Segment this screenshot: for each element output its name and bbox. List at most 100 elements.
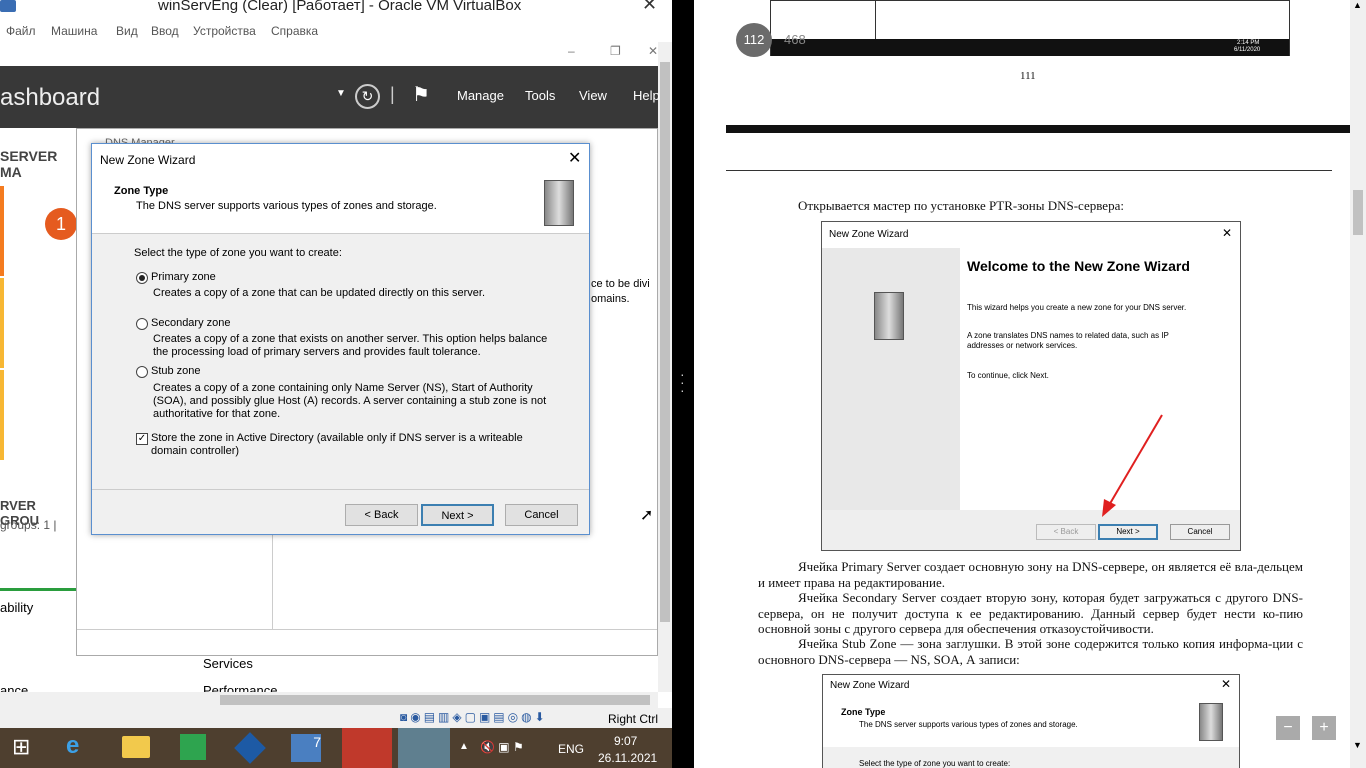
- store-ad-label[interactable]: Store the zone in Active Directory (avai…: [151, 432, 561, 458]
- tray-chevron-icon[interactable]: ▲: [459, 741, 469, 752]
- radio-primary-zone[interactable]: [136, 272, 148, 284]
- menu-view[interactable]: View: [579, 88, 607, 103]
- new-zone-wizard: New Zone Wizard ✕ Zone Type The DNS serv…: [91, 143, 590, 535]
- chevron-down-icon[interactable]: ▼: [336, 88, 346, 99]
- screenshot-thumbnail: 2:14 PM 6/11/2020: [770, 0, 1290, 56]
- zoom-out-button[interactable]: −: [1276, 716, 1300, 740]
- cancel-button[interactable]: Cancel: [505, 504, 578, 526]
- explorer-icon[interactable]: [122, 736, 150, 758]
- radio-secondary-zone[interactable]: [136, 318, 148, 330]
- primary-zone-label[interactable]: Primary zone: [151, 271, 216, 283]
- photo-app-icon[interactable]: [398, 728, 450, 768]
- vbox-menubar: Файл Машина Вид Ввод Устройства Справка: [0, 21, 672, 41]
- tray-icons[interactable]: 🔇 ▣ ⚑: [480, 740, 524, 754]
- para-primary: Ячейка Primary Server создает основную з…: [758, 559, 1303, 590]
- vbox-title: winServEng (Clear) [Работает] - Oracle V…: [158, 0, 522, 14]
- back-button[interactable]: < Back: [345, 504, 418, 526]
- statusbar-icons[interactable]: ◙◉▤▥◈▢▣▤◎◍⬇: [400, 710, 548, 724]
- fig2-server-icon: [1199, 703, 1223, 741]
- menu-devices[interactable]: Устройства: [193, 24, 256, 38]
- menu-help[interactable]: Справка: [271, 24, 318, 38]
- dns-text-1: ce to be divi: [591, 278, 650, 290]
- virtualbox-window: winServEng (Clear) [Работает] - Oracle V…: [0, 0, 672, 768]
- host-key: Right Ctrl: [608, 712, 659, 726]
- lang-indicator[interactable]: ENG: [558, 742, 584, 756]
- pdf-viewer: 2:14 PM 6/11/2020 112 468 111 ▲ ▼ Открыв…: [694, 0, 1366, 768]
- fig2-title: New Zone Wizard: [830, 680, 910, 691]
- menu-view[interactable]: Вид: [116, 24, 138, 38]
- minimize-icon[interactable]: –: [568, 44, 575, 58]
- store-ad-checkbox[interactable]: ✓: [136, 433, 148, 445]
- restore-icon[interactable]: ❐: [610, 44, 621, 58]
- ie-icon[interactable]: e: [66, 732, 79, 760]
- page-total: 468: [784, 32, 806, 47]
- page-badge: 112: [736, 23, 772, 57]
- server-manager-left: SERVER MA 1 RVER GROU groups: 1 | abilit…: [0, 128, 77, 698]
- vbox-statusbar: ◙◉▤▥◈▢▣▤◎◍⬇ Right Ctrl: [0, 708, 672, 728]
- figure-zone-type: New Zone Wizard ✕ Zone Type The DNS serv…: [822, 674, 1240, 768]
- store-icon[interactable]: [180, 734, 206, 760]
- page-separator: [726, 125, 1352, 133]
- fig1-cancel: Cancel: [1170, 524, 1230, 540]
- page-number: 111: [1020, 70, 1036, 82]
- red-arrow: [1102, 414, 1163, 517]
- close-icon: ✕: [1221, 677, 1232, 691]
- windows-icon[interactable]: ⊞: [12, 734, 30, 760]
- notification-badge[interactable]: 1: [45, 208, 77, 240]
- guest-caption: – ❐ ✕: [0, 42, 658, 66]
- close-icon[interactable]: ✕: [568, 148, 581, 168]
- menu-file[interactable]: Файл: [6, 24, 36, 38]
- menu-manage[interactable]: Manage: [457, 88, 504, 103]
- split-handle[interactable]: · · ·: [672, 0, 694, 768]
- thumb-time: 2:14 PM: [1237, 40, 1260, 46]
- cursor-icon: ➚: [640, 507, 654, 524]
- secondary-zone-label[interactable]: Secondary zone: [151, 317, 231, 329]
- fig1-server-icon: [874, 292, 904, 340]
- intro-text: Открывается мастер по установке PTR-зоны…: [798, 198, 1124, 213]
- menu-input[interactable]: Ввод: [151, 24, 179, 38]
- zoom-in-button[interactable]: +: [1312, 716, 1336, 740]
- left-label: SERVER MA: [0, 148, 58, 180]
- fig2-prompt: Select the type of zone you want to crea…: [859, 759, 1011, 768]
- vbox-titlebar[interactable]: winServEng (Clear) [Работает] - Oracle V…: [0, 0, 672, 20]
- refresh-icon[interactable]: ↻: [355, 84, 380, 109]
- pdf-page-top: 2:14 PM 6/11/2020 112 468 111: [694, 0, 1352, 125]
- wizard-heading: Zone Type: [114, 185, 169, 197]
- page-title: ashboard: [0, 84, 101, 111]
- clock-time: 9:07: [614, 734, 638, 748]
- para-stub: Ячейка Stub Zone — зона заглушки. В этой…: [758, 636, 1303, 667]
- figure-welcome-wizard: New Zone Wizard ✕ Welcome to the New Zon…: [821, 221, 1241, 551]
- next-button[interactable]: Next >: [421, 504, 494, 526]
- flag-icon[interactable]: ⚑: [412, 82, 430, 107]
- menu-machine[interactable]: Машина: [51, 24, 97, 38]
- services-label[interactable]: Services: [203, 656, 253, 671]
- para-secondary: Ячейка Secondary Server создает вторую з…: [758, 590, 1303, 636]
- wizard-subheading: The DNS server supports various types of…: [136, 200, 437, 212]
- primary-zone-desc: Creates a copy of a zone that can be upd…: [153, 287, 486, 299]
- radio-stub-zone[interactable]: [136, 366, 148, 378]
- pdf-scrollbar[interactable]: ▲ ▼: [1350, 0, 1366, 768]
- server-icon: [544, 180, 574, 226]
- guest-taskbar: ⊞ e 7 ▲ 🔇 ▣ ⚑ ENG 9:07 26.11.2021: [0, 728, 672, 768]
- server-manager-header: ashboard ▼ ↻ | ⚑ Manage Tools View Help: [0, 66, 660, 128]
- fig1-next: Next >: [1098, 524, 1158, 540]
- pdf-app-icon[interactable]: [342, 728, 392, 768]
- groups-sub: groups: 1 |: [0, 518, 57, 532]
- menu-tools[interactable]: Tools: [525, 88, 555, 103]
- vbox7-icon[interactable]: 7: [291, 734, 321, 762]
- stub-zone-desc: Creates a copy of a zone containing only…: [153, 382, 547, 420]
- vbox-app-icon: [0, 0, 16, 12]
- close-icon: ✕: [1222, 226, 1233, 240]
- fig2-heading: Zone Type: [841, 707, 886, 717]
- fig1-back: < Back: [1036, 524, 1096, 540]
- clock-date: 26.11.2021: [598, 751, 658, 765]
- vm-scrollbar[interactable]: [658, 42, 672, 692]
- close-icon[interactable]: ✕: [648, 44, 658, 58]
- wizard-header: New Zone Wizard ✕ Zone Type The DNS serv…: [92, 144, 589, 234]
- stub-zone-label[interactable]: Stub zone: [151, 365, 201, 377]
- menu-help[interactable]: Help: [633, 88, 660, 103]
- fig2-sub: The DNS server supports various types of…: [859, 720, 1078, 729]
- close-icon[interactable]: ✕: [642, 0, 657, 15]
- horizontal-scrollbar[interactable]: [0, 692, 658, 708]
- vbox-icon[interactable]: [234, 732, 266, 764]
